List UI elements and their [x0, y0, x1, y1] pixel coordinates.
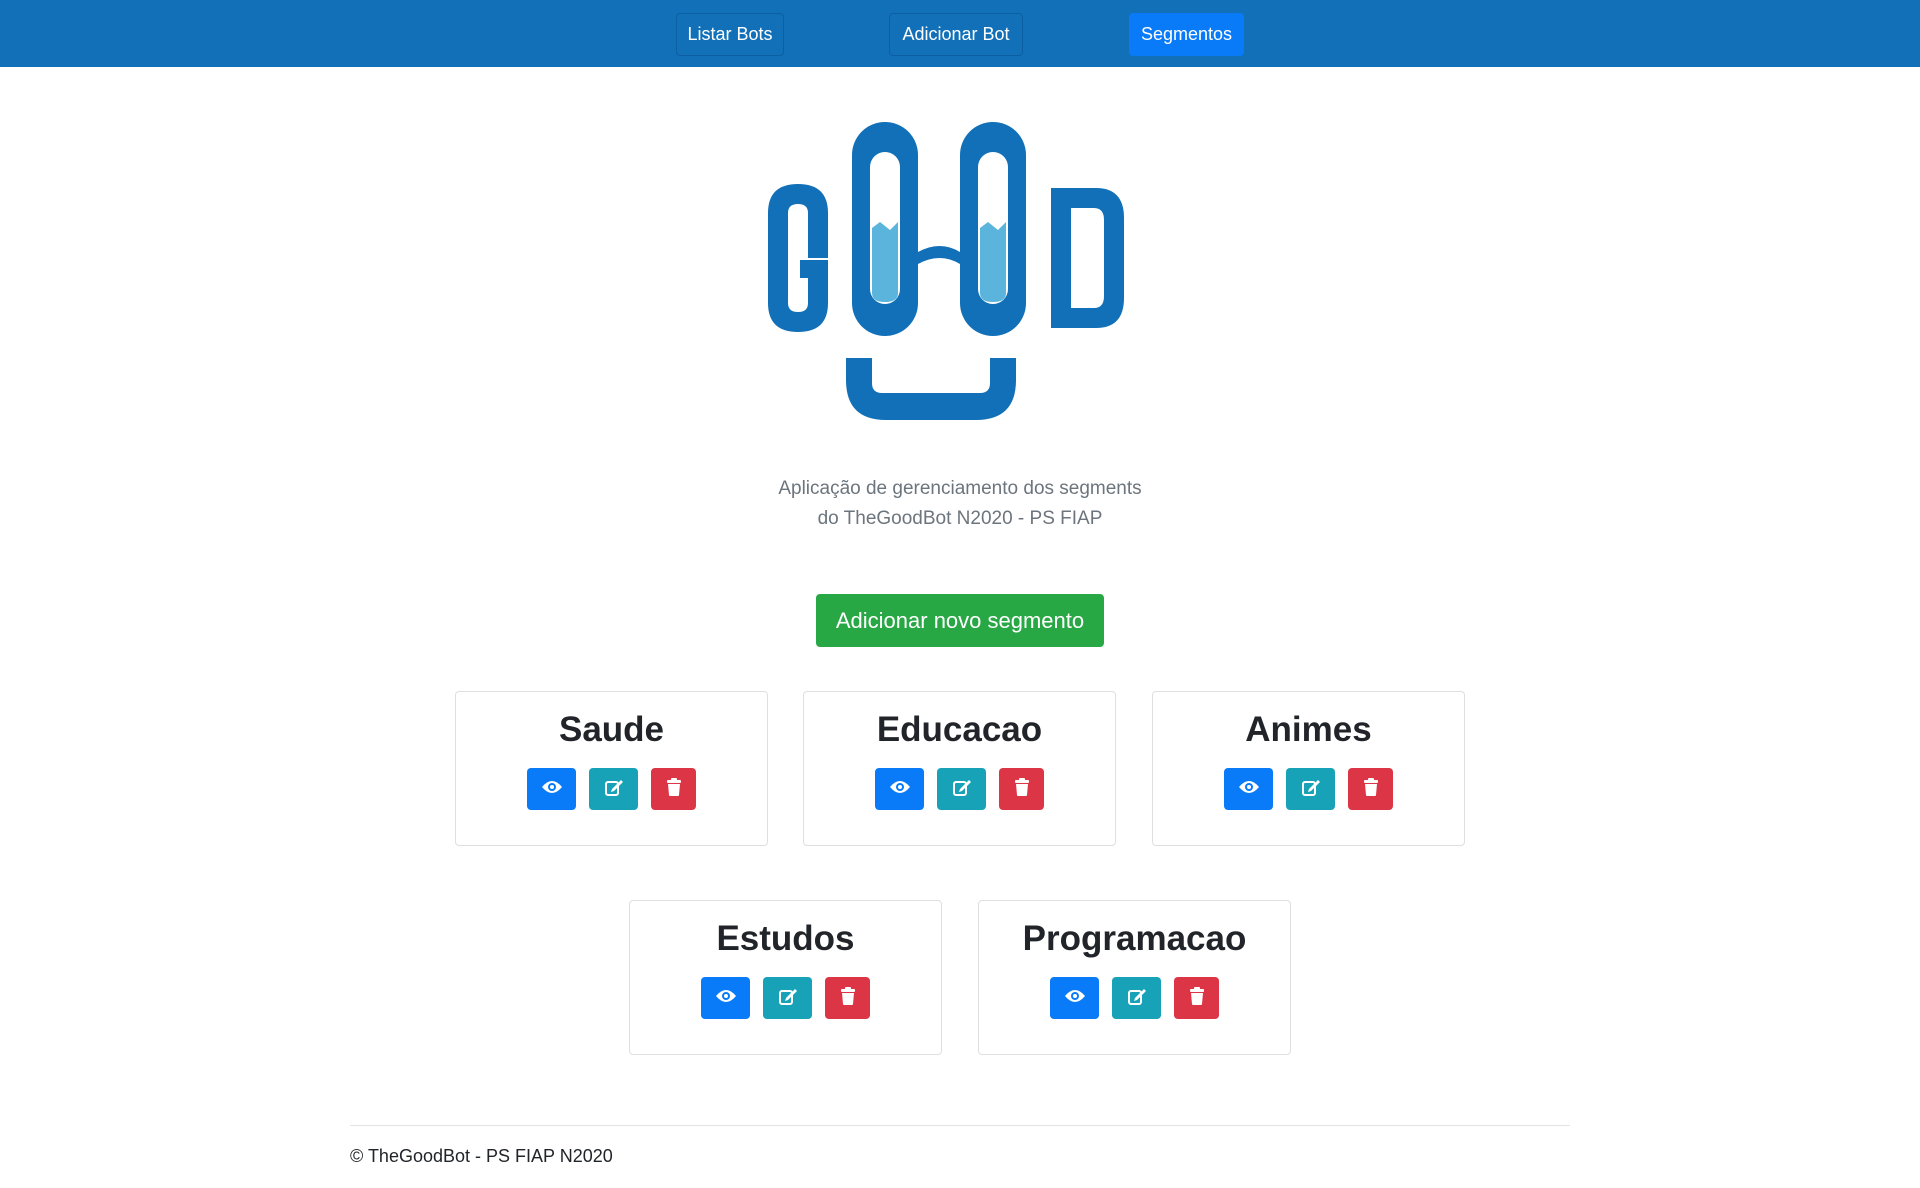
edit-icon: [1127, 986, 1147, 1011]
view-segment-button[interactable]: [527, 768, 576, 810]
view-segment-button[interactable]: [1224, 768, 1273, 810]
delete-segment-button[interactable]: [999, 768, 1044, 810]
trash-icon: [1189, 986, 1205, 1010]
add-segment-button[interactable]: Adicionar novo segmento: [816, 594, 1104, 647]
edit-icon: [1301, 777, 1321, 802]
good-logo: [768, 122, 1124, 420]
delete-segment-button[interactable]: [651, 768, 696, 810]
footer-text: © TheGoodBot - PS FIAP N2020: [350, 1146, 613, 1166]
segment-title: Animes: [1245, 710, 1372, 749]
view-segment-button[interactable]: [701, 977, 750, 1019]
eye-icon: [889, 779, 911, 800]
segment-card: Educacao: [803, 691, 1116, 846]
trash-icon: [1014, 777, 1030, 801]
edit-segment-button[interactable]: [1112, 977, 1161, 1019]
nav-segmentos[interactable]: Segmentos: [1129, 13, 1244, 56]
edit-segment-button[interactable]: [937, 768, 986, 810]
edit-icon: [952, 777, 972, 802]
eye-icon: [715, 988, 737, 1009]
subtitle-line-1: Aplicação de gerenciamento dos segments: [778, 478, 1142, 499]
eye-icon: [1064, 988, 1086, 1009]
segment-title: Saude: [558, 710, 665, 749]
segment-title: Educacao: [876, 710, 1043, 749]
edit-icon: [778, 986, 798, 1011]
edit-segment-button[interactable]: [589, 768, 638, 810]
nav-listar-bots[interactable]: Listar Bots: [676, 13, 784, 56]
segment-title: Programacao: [1022, 919, 1247, 958]
subtitle-line-2: do TheGoodBot N2020 - PS FIAP: [817, 508, 1103, 529]
edit-icon: [604, 777, 624, 802]
edit-segment-button[interactable]: [1286, 768, 1335, 810]
eye-icon: [541, 779, 563, 800]
segment-card: Saude: [455, 691, 768, 846]
segment-title: Estudos: [716, 919, 855, 958]
segment-card: Programacao: [978, 900, 1291, 1055]
nav-adicionar-bot[interactable]: Adicionar Bot: [889, 13, 1023, 56]
edit-segment-button[interactable]: [763, 977, 812, 1019]
footer-divider: [350, 1125, 1570, 1126]
view-segment-button[interactable]: [1050, 977, 1099, 1019]
segment-card: Animes: [1152, 691, 1465, 846]
navbar: Listar Bots Adicionar Bot Segmentos: [0, 0, 1920, 67]
segment-card: Estudos: [629, 900, 942, 1055]
delete-segment-button[interactable]: [1174, 977, 1219, 1019]
eye-icon: [1238, 779, 1260, 800]
delete-segment-button[interactable]: [825, 977, 870, 1019]
delete-segment-button[interactable]: [1348, 768, 1393, 810]
trash-icon: [840, 986, 856, 1010]
view-segment-button[interactable]: [875, 768, 924, 810]
trash-icon: [666, 777, 682, 801]
trash-icon: [1363, 777, 1379, 801]
